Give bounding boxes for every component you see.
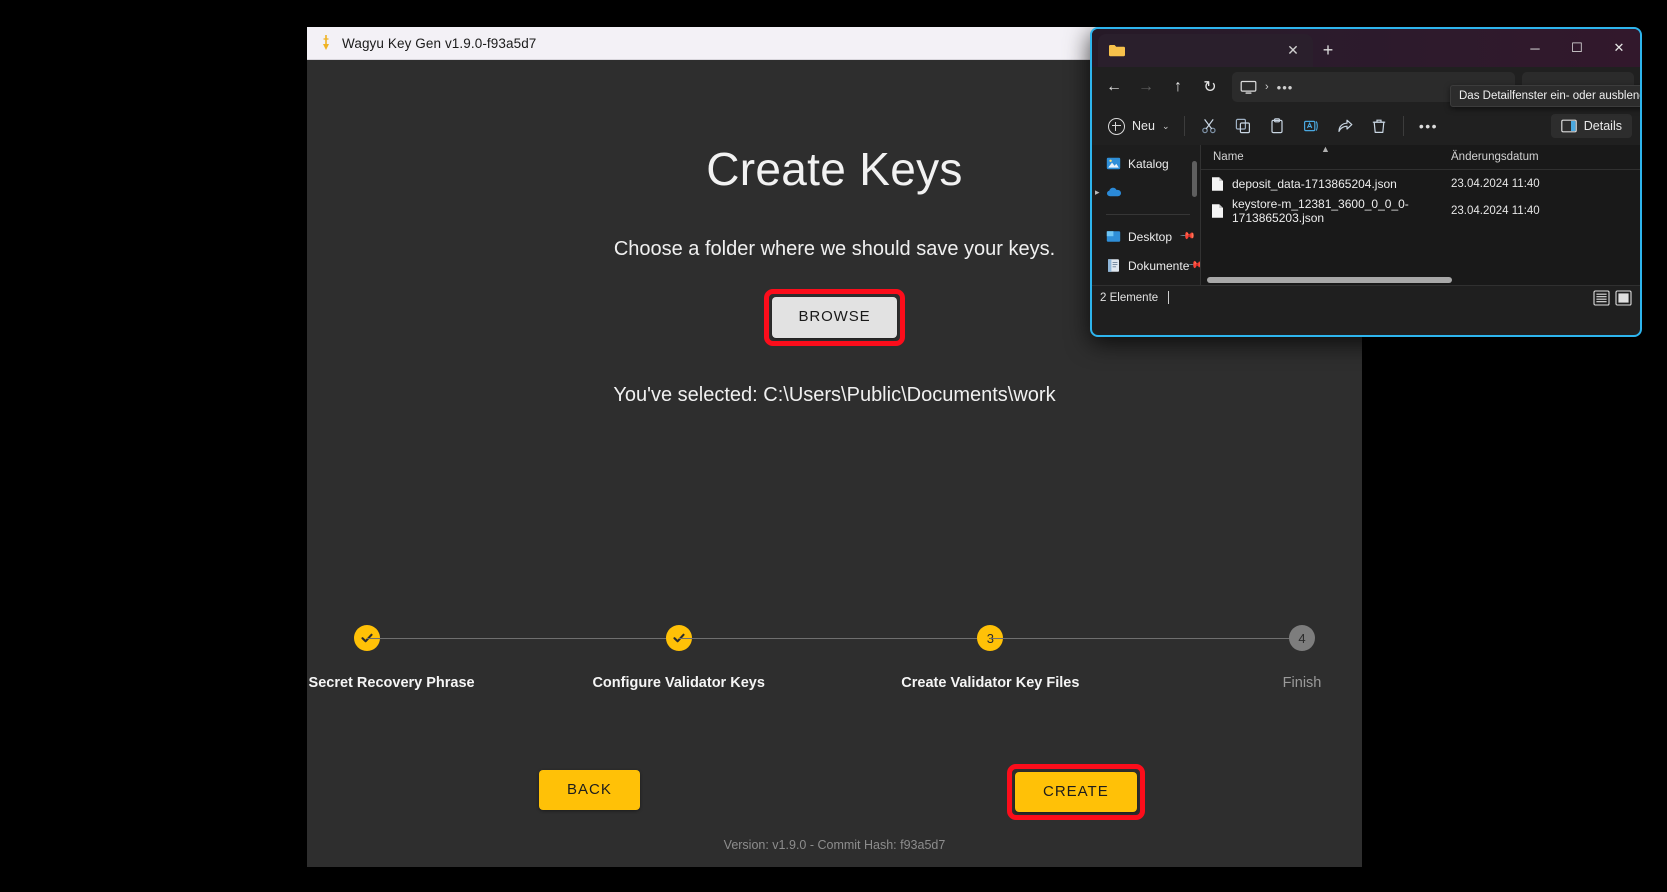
explorer-titlebar: ✕ + ─ ☐ ✕: [1092, 29, 1640, 67]
file-list-horizontal-scrollbar[interactable]: [1207, 277, 1452, 283]
tab-close-icon[interactable]: ✕: [1283, 42, 1303, 59]
new-button-label: Neu: [1132, 119, 1155, 133]
step-3-label: Create Validator Key Files: [901, 675, 1080, 691]
toolbar-separator: [1184, 116, 1186, 136]
status-item-count: 2 Elemente: [1100, 291, 1159, 304]
step-connector-3: [990, 638, 1303, 639]
sidebar-divider: [1106, 214, 1190, 215]
json-file-icon: [1211, 176, 1224, 192]
step-4-circle: 4: [1289, 625, 1316, 651]
share-icon[interactable]: [1328, 112, 1362, 140]
file-list: Name ▲ Änderungsdatum deposit_data-17138…: [1201, 144, 1640, 285]
details-label: Details: [1583, 119, 1622, 133]
file-name-cell-2: keystore-m_12381_3600_0_0_0-1713865203.j…: [1201, 197, 1451, 225]
details-view-icon[interactable]: [1615, 289, 1632, 306]
new-button[interactable]: Neu ⌄: [1100, 114, 1177, 139]
browse-button[interactable]: BROWSE: [772, 297, 897, 338]
more-dots: •••: [1418, 118, 1439, 134]
forward-nav-icon[interactable]: →: [1130, 72, 1162, 102]
file-name-1: deposit_data-1713865204.json: [1232, 176, 1397, 191]
sidebar-label-dokumente: Dokumente: [1128, 258, 1190, 273]
file-row-2[interactable]: keystore-m_12381_3600_0_0_0-1713865203.j…: [1201, 197, 1640, 225]
new-tab-button[interactable]: +: [1313, 40, 1343, 61]
explorer-tab[interactable]: ✕: [1098, 34, 1313, 67]
status-caret: [1168, 291, 1170, 304]
create-button-wrap: CREATE: [1007, 764, 1145, 820]
sidebar-label-desktop: Desktop: [1128, 229, 1173, 244]
explorer-main: Katalog ▸ Desktop 📌 Dokumente 📌 Name ▲ Ä…: [1092, 144, 1640, 285]
copy-icon[interactable]: [1226, 112, 1260, 140]
json-file-icon: [1211, 203, 1224, 219]
list-view-icon[interactable]: [1593, 289, 1610, 306]
column-header-name[interactable]: Name ▲: [1201, 144, 1451, 163]
step-connector-1: [367, 638, 679, 639]
sidebar-item-dokumente[interactable]: Dokumente 📌: [1092, 251, 1200, 280]
maximize-icon[interactable]: ☐: [1556, 30, 1598, 66]
back-nav-icon[interactable]: ←: [1098, 72, 1130, 102]
explorer-toolbar: Neu ⌄ ••• Details Das Detailfenster ein-…: [1092, 85, 1640, 145]
file-name-2: keystore-m_12381_3600_0_0_0-1713865203.j…: [1232, 196, 1409, 225]
minimize-icon[interactable]: ─: [1514, 30, 1556, 66]
up-nav-icon[interactable]: ↑: [1162, 72, 1194, 102]
documents-icon: [1106, 258, 1121, 273]
file-list-header: Name ▲ Änderungsdatum: [1201, 144, 1640, 170]
app-title: Wagyu Key Gen v1.9.0-f93a5d7: [342, 35, 537, 51]
file-name-cell-1: deposit_data-1713865204.json: [1201, 176, 1451, 192]
window-controls: ─ ☐ ✕: [1514, 29, 1640, 67]
address-overflow-icon[interactable]: •••: [1277, 80, 1294, 95]
cut-icon[interactable]: [1192, 112, 1226, 140]
toolbar-separator-2: [1403, 116, 1405, 136]
chevron-right-icon[interactable]: ›: [1265, 81, 1269, 93]
sidebar-item-partial[interactable]: 📌: [1092, 280, 1200, 285]
chevron-right-icon[interactable]: ▸: [1095, 187, 1100, 198]
file-row-1[interactable]: deposit_data-1713865204.json 23.04.2024 …: [1201, 170, 1640, 197]
refresh-icon[interactable]: ↻: [1194, 72, 1226, 102]
onedrive-cloud-icon: [1106, 185, 1121, 200]
sort-ascending-icon: ▲: [1321, 144, 1330, 154]
screen: Wagyu Key Gen v1.9.0-f93a5d7 Create Keys…: [0, 0, 1667, 892]
step-2-label: Configure Validator Keys: [592, 675, 765, 691]
column-name-label: Name: [1213, 151, 1244, 163]
folder-icon: [1108, 43, 1126, 58]
pin-icon[interactable]: 📌: [1178, 228, 1195, 245]
close-icon[interactable]: ✕: [1598, 30, 1640, 66]
step-1-label: Create Secret Recovery Phrase: [307, 675, 475, 691]
desktop-icon: [1106, 229, 1121, 244]
details-tooltip: Das Detailfenster ein- oder ausblenden: [1450, 85, 1640, 107]
step-connector-2: [678, 638, 991, 639]
sidebar-item-onedrive[interactable]: ▸: [1092, 178, 1200, 207]
view-toggle-group: [1593, 289, 1632, 306]
selected-folder-text: You've selected: C:\Users\Public\Documen…: [613, 383, 1056, 406]
paste-icon[interactable]: [1260, 112, 1294, 140]
sidebar-label-katalog: Katalog: [1128, 156, 1169, 171]
sidebar-item-desktop[interactable]: Desktop 📌: [1092, 222, 1200, 251]
details-pane-button[interactable]: Details: [1550, 114, 1632, 138]
wagyu-key-icon: [319, 35, 333, 51]
back-button[interactable]: BACK: [539, 770, 640, 810]
step-4-label: Finish: [1282, 675, 1322, 691]
footer-buttons: BACK CREATE: [307, 764, 1362, 820]
stepper: Create Secret Recovery Phrase Configure …: [307, 625, 1362, 691]
picture-icon: [1106, 156, 1121, 171]
file-date-2: 23.04.2024 11:40: [1451, 204, 1540, 217]
rename-icon[interactable]: [1294, 112, 1328, 140]
chevron-down-icon: ⌄: [1161, 120, 1170, 131]
browse-highlight-ring: BROWSE: [764, 289, 905, 346]
plus-icon: [1108, 117, 1125, 135]
details-pane-icon: [1560, 119, 1577, 133]
explorer-status-bar: 2 Elemente: [1092, 285, 1640, 309]
sidebar-scrollbar[interactable]: [1192, 161, 1197, 197]
this-pc-icon: [1240, 80, 1257, 95]
back-button-wrap: BACK: [539, 770, 640, 810]
column-header-date[interactable]: Änderungsdatum: [1451, 151, 1640, 163]
version-footer: Version: v1.9.0 - Commit Hash: f93a5d7: [723, 838, 946, 852]
explorer-sidebar: Katalog ▸ Desktop 📌 Dokumente 📌: [1092, 145, 1200, 285]
delete-icon[interactable]: [1362, 112, 1396, 140]
file-explorer-window: ✕ + ─ ☐ ✕ ← → ↑ ↻ › ••• Neu ⌄ ••• Detail…: [1090, 27, 1642, 337]
create-button[interactable]: CREATE: [1015, 772, 1137, 812]
more-options-icon[interactable]: •••: [1411, 112, 1445, 140]
create-highlight-ring: CREATE: [1007, 764, 1145, 820]
file-date-1: 23.04.2024 11:40: [1451, 177, 1540, 190]
sidebar-item-katalog[interactable]: Katalog: [1092, 149, 1200, 178]
